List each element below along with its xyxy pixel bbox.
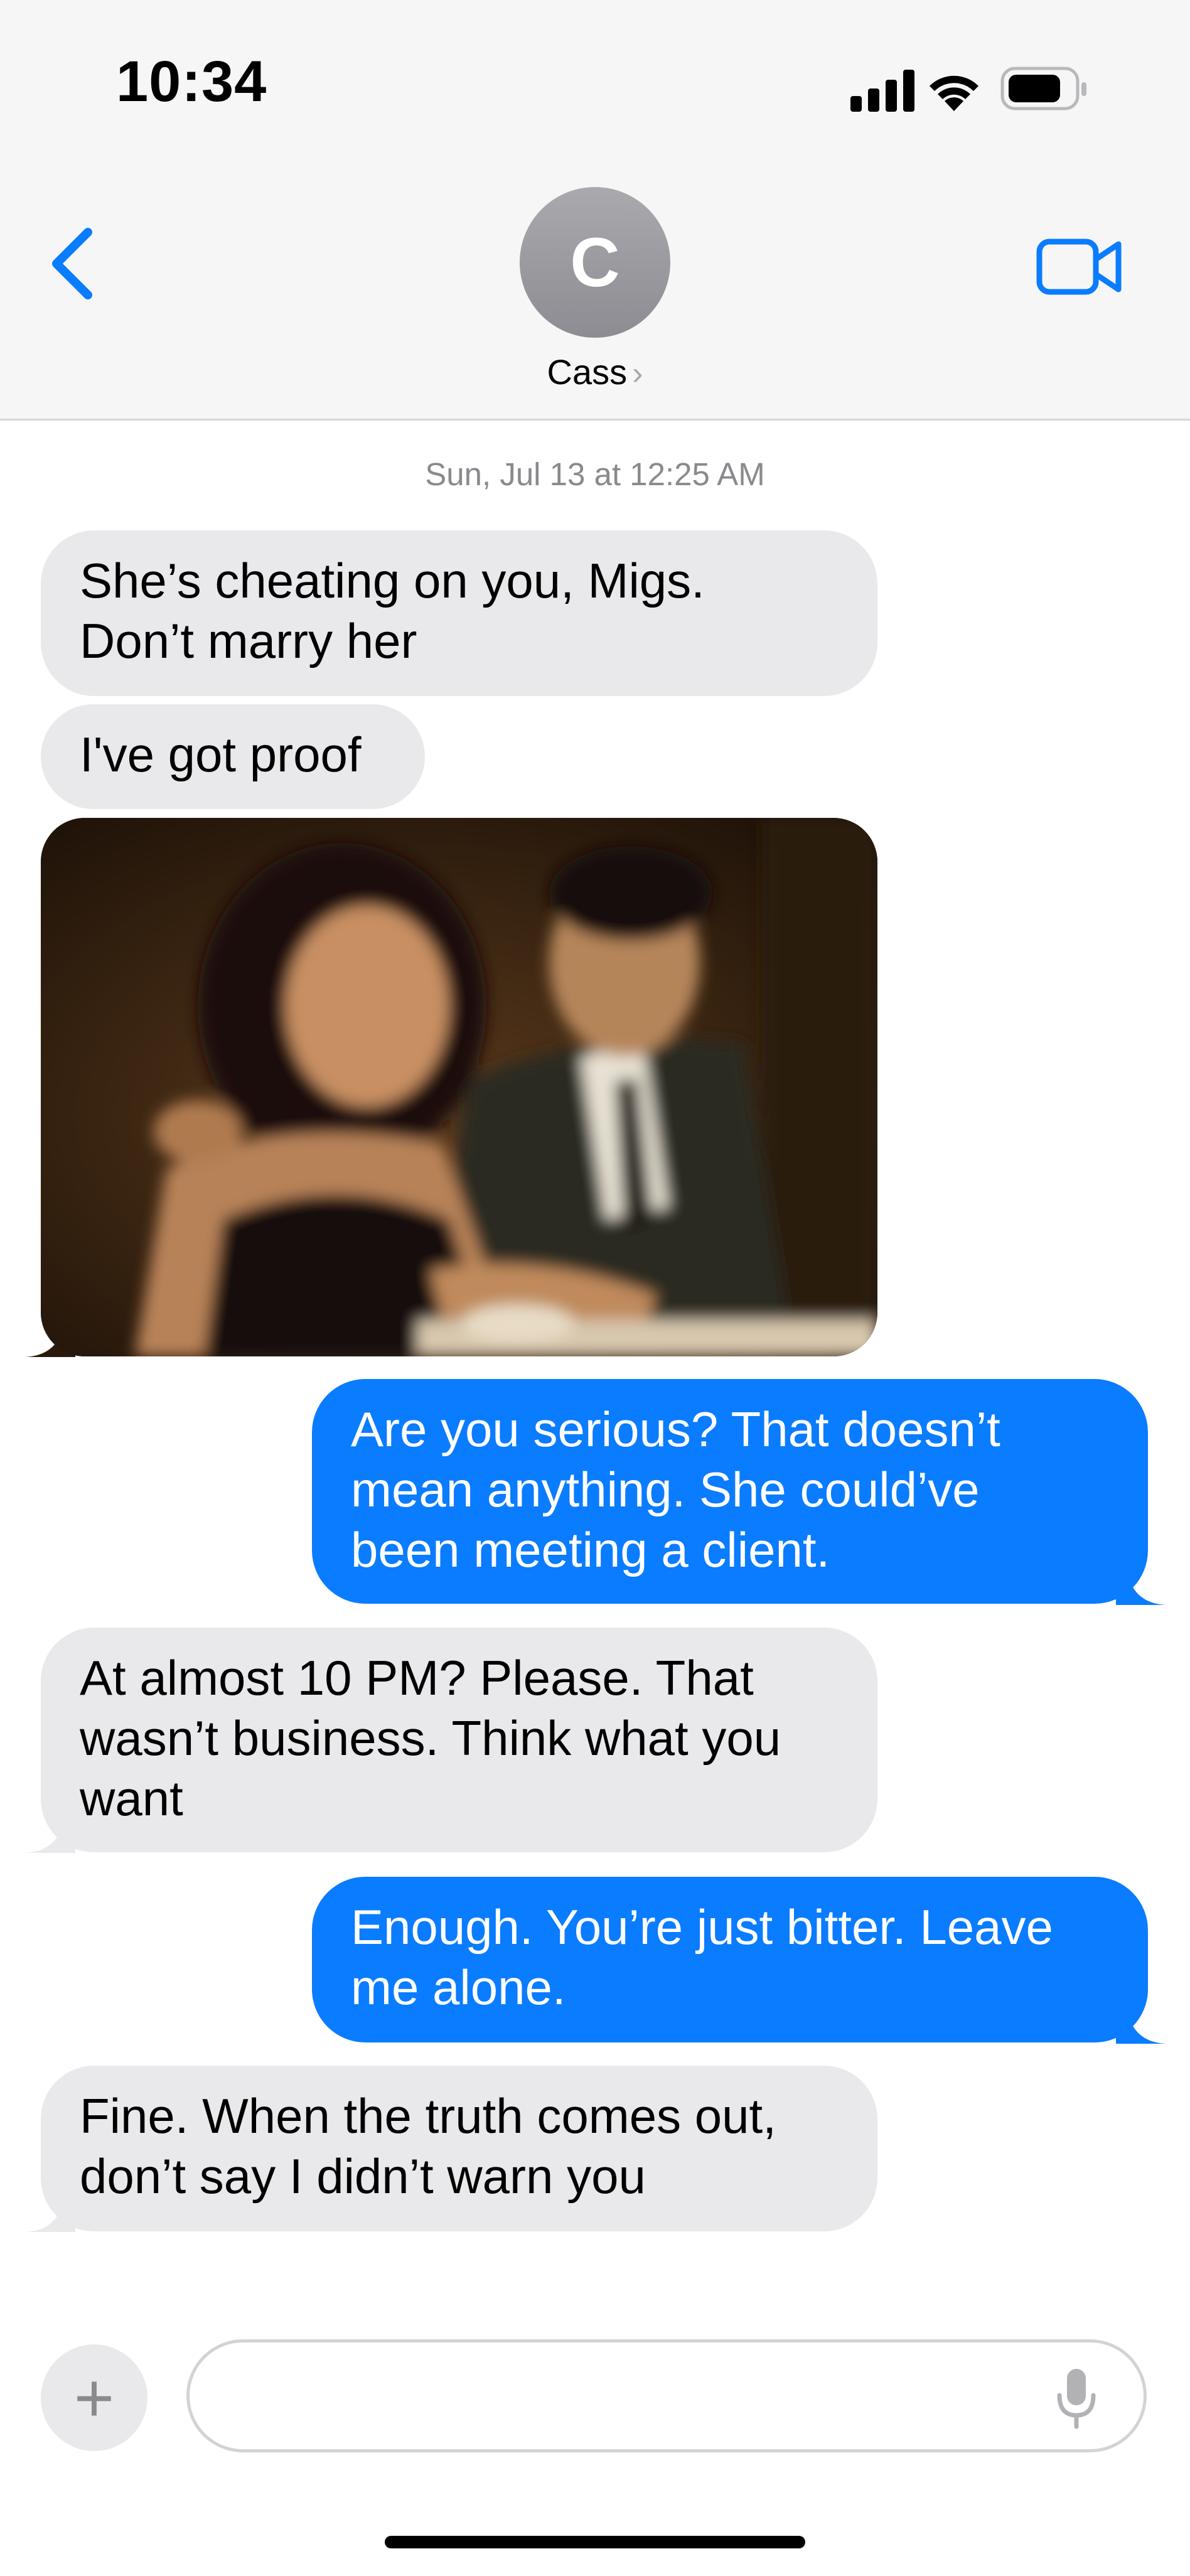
couple-photo-image [41, 818, 877, 1356]
message-input[interactable] [186, 2339, 1147, 2452]
home-indicator [385, 2536, 805, 2548]
message-line: Are you serious? That doesn’t [351, 1402, 1000, 1457]
contact-avatar[interactable]: C [520, 187, 670, 338]
cellular-signal-icon [850, 70, 914, 112]
message-line: wasn’t business. Think what you [80, 1710, 781, 1766]
message-line: I've got proof [80, 727, 362, 782]
status-time: 10:34 [116, 50, 267, 114]
message-line: don’t say I didn’t warn you [80, 2149, 646, 2204]
wifi-icon [930, 75, 978, 111]
microphone-icon[interactable] [1054, 2366, 1098, 2429]
contact-name: Cass [547, 352, 628, 392]
battery-icon [1000, 67, 1086, 110]
facetime-video-button[interactable] [1036, 235, 1123, 298]
contact-name-button[interactable]: Cass › [0, 352, 1190, 392]
message-line: Fine. When the truth comes out, [80, 2088, 776, 2144]
incoming-bubble-tail [25, 1833, 75, 1853]
avatar-initial: C [570, 223, 620, 301]
message-line: want [80, 1771, 183, 1826]
plus-icon: + [73, 2359, 115, 2437]
message-line: been meeting a client. [351, 1522, 830, 1577]
outgoing-message-bubble[interactable]: Enough. You’re just bitter. Leave me alo… [312, 1877, 1148, 2042]
incoming-message-bubble[interactable]: She’s cheating on you, Migs. Don’t marry… [41, 530, 877, 696]
message-line: mean anything. She could’ve [351, 1462, 980, 1517]
outgoing-bubble-tail [1116, 1585, 1166, 1605]
outgoing-bubble-tail [1116, 2024, 1166, 2044]
video-camera-icon [1036, 239, 1122, 295]
message-line: me alone. [351, 1960, 566, 2015]
chevron-left-icon [52, 228, 92, 299]
add-attachment-button[interactable]: + [41, 2344, 147, 2451]
incoming-message-bubble[interactable]: At almost 10 PM? Please. That wasn’t bus… [41, 1628, 877, 1852]
conversation-header: 10:34 C Cass › [0, 0, 1190, 421]
outgoing-message-bubble[interactable]: Are you serious? That doesn’t mean anyth… [312, 1379, 1148, 1604]
incoming-message-bubble[interactable]: I've got proof [41, 704, 425, 809]
message-line: At almost 10 PM? Please. That [80, 1650, 754, 1705]
incoming-bubble-tail [25, 2212, 75, 2232]
message-timestamp: Sun, Jul 13 at 12:25 AM [425, 456, 765, 492]
back-button[interactable] [44, 226, 107, 301]
incoming-message-bubble[interactable]: Fine. When the truth comes out, don’t sa… [41, 2066, 877, 2231]
message-line: She’s cheating on you, Migs. [80, 553, 705, 608]
photo-attachment[interactable] [41, 818, 877, 1356]
status-icons [850, 67, 1086, 112]
message-line: Don’t marry her [80, 613, 417, 668]
chevron-right-icon: › [632, 355, 643, 392]
message-line: Enough. You’re just bitter. Leave [351, 1899, 1053, 1955]
